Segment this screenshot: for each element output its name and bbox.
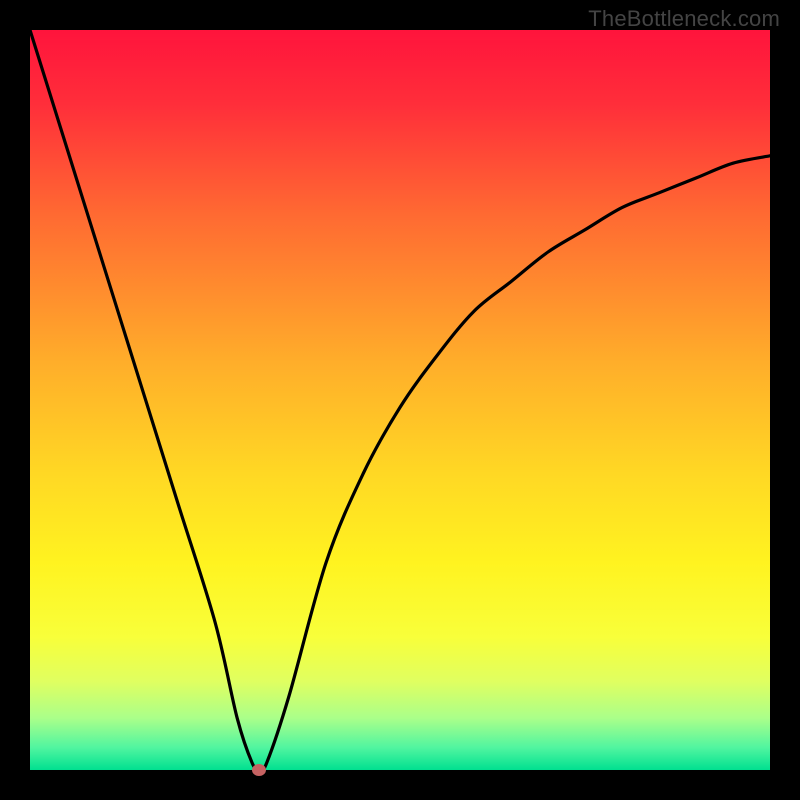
bottleneck-curve (30, 30, 770, 770)
plot-area (30, 30, 770, 770)
watermark-text: TheBottleneck.com (588, 6, 780, 32)
optimal-point-marker (252, 764, 266, 776)
chart-outer-frame: TheBottleneck.com (0, 0, 800, 800)
